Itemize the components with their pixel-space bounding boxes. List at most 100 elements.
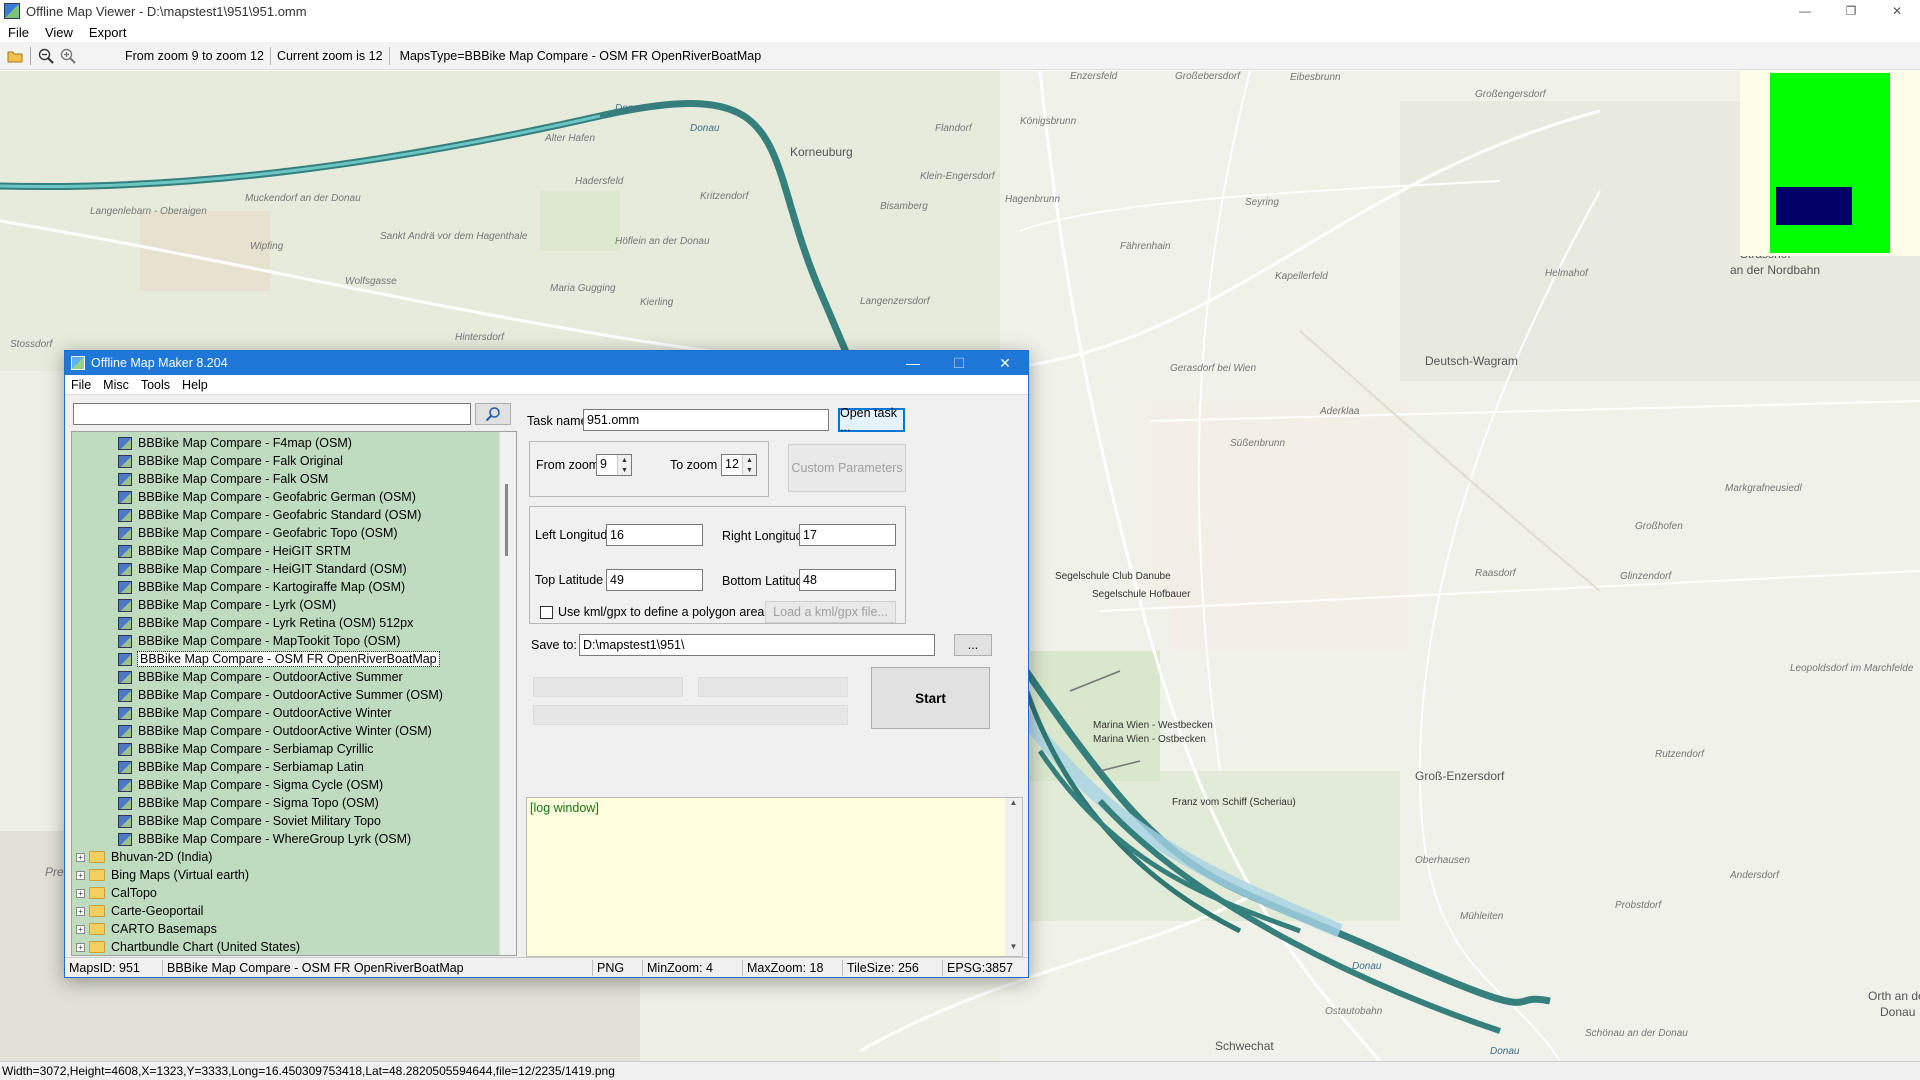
to-zoom-spin-buttons[interactable]: ▲ ▼ <box>742 455 756 475</box>
tree-folder-item[interactable]: + Chartbundle Chart (United States) <box>76 938 300 955</box>
status-bar: Width=3072,Height=4608,X=1323,Y=3333,Lon… <box>0 1061 1920 1080</box>
restore-button[interactable]: ❐ <box>1828 0 1874 22</box>
left-longitude-input[interactable] <box>606 524 703 546</box>
search-input[interactable] <box>73 403 471 425</box>
tree-map-item[interactable]: BBBike Map Compare - Soviet Military Top… <box>118 812 381 830</box>
tree-map-item[interactable]: BBBike Map Compare - HeiGIT Standard (OS… <box>118 560 407 578</box>
top-latitude-input[interactable] <box>606 569 703 591</box>
tree-map-item[interactable]: BBBike Map Compare - HeiGIT SRTM <box>118 542 351 560</box>
map-label: Stossdorf <box>10 339 53 350</box>
minimap-viewport[interactable] <box>1776 187 1852 225</box>
tree-map-item[interactable]: BBBike Map Compare - OutdoorActive Winte… <box>118 722 432 740</box>
custom-parameters-button[interactable]: Custom Parameters <box>788 444 906 492</box>
dialog-maximize-button[interactable]: ☐ <box>936 351 982 375</box>
start-button[interactable]: Start <box>871 667 990 729</box>
tree-map-item[interactable]: BBBike Map Compare - MapTookit Topo (OSM… <box>118 632 400 650</box>
map-layer-icon <box>118 688 132 702</box>
zoom-out-icon[interactable] <box>35 45 57 67</box>
spin-down-icon[interactable]: ▼ <box>618 465 631 475</box>
dialog-menu-tools[interactable]: Tools <box>135 378 176 392</box>
tree-map-item[interactable]: BBBike Map Compare - Sigma Topo (OSM) <box>118 794 379 812</box>
tree-folder-item[interactable]: + Bing Maps (Virtual earth) <box>76 866 249 884</box>
log-window[interactable]: [log window] ▲ ▼ <box>526 797 1023 957</box>
expand-icon[interactable]: + <box>76 852 85 862</box>
map-label: Schwechat <box>1215 1039 1274 1053</box>
menu-view[interactable]: View <box>37 25 81 40</box>
open-folder-icon[interactable] <box>4 45 26 67</box>
to-zoom-spinner[interactable]: 12 ▲ ▼ <box>721 454 757 476</box>
spin-up-icon[interactable]: ▲ <box>743 455 756 465</box>
tree-map-item[interactable]: BBBike Map Compare - Lyrk (OSM) <box>118 596 336 614</box>
map-label: Wipfing <box>250 241 284 252</box>
bottom-latitude-input[interactable] <box>799 569 896 591</box>
tree-map-item[interactable]: BBBike Map Compare - Sigma Cycle (OSM) <box>118 776 383 794</box>
map-label: Hadersfeld <box>575 176 624 187</box>
expand-icon[interactable]: + <box>76 870 85 880</box>
dialog-menu-help[interactable]: Help <box>176 378 214 392</box>
tree-scroll-thumb[interactable] <box>505 484 508 556</box>
tree-map-item[interactable]: BBBike Map Compare - F4map (OSM) <box>118 434 352 452</box>
map-source-pane: BBBike Map Compare - F4map (OSM) BBBike M… <box>71 401 518 956</box>
from-zoom-spin-buttons[interactable]: ▲ ▼ <box>617 455 631 475</box>
from-zoom-value: 9 <box>600 457 607 471</box>
overview-minimap[interactable] <box>1740 71 1920 256</box>
load-kml-button[interactable]: Load a kml/gpx file... <box>765 601 896 623</box>
map-layer-icon <box>118 508 132 522</box>
tree-map-item[interactable]: BBBike Map Compare - OSM FR OpenRiverBoa… <box>118 650 440 668</box>
dialog-close-button[interactable]: ✕ <box>982 351 1028 375</box>
browse-folder-button[interactable]: ... <box>954 634 992 656</box>
task-name-input[interactable] <box>583 409 829 431</box>
expand-icon[interactable]: + <box>76 942 85 952</box>
zoom-in-icon[interactable] <box>57 45 79 67</box>
tree-map-item[interactable]: BBBike Map Compare - WhereGroup Lyrk (OS… <box>118 830 411 848</box>
expand-icon[interactable]: + <box>76 906 85 916</box>
save-to-input[interactable] <box>579 634 935 656</box>
tree-item-label: Chartbundle Chart (United States) <box>111 940 300 954</box>
tree-scrollbar[interactable] <box>499 432 516 955</box>
dialog-menu-file[interactable]: File <box>65 378 97 392</box>
expand-icon[interactable]: + <box>76 924 85 934</box>
folder-icon <box>89 941 105 953</box>
from-zoom-spinner[interactable]: 9 ▲ ▼ <box>596 454 632 476</box>
right-longitude-input[interactable] <box>799 524 896 546</box>
tree-folder-item[interactable]: + CARTO Basemaps <box>76 920 217 938</box>
expand-icon[interactable]: + <box>76 888 85 898</box>
scroll-down-icon[interactable]: ▼ <box>1005 942 1022 956</box>
tree-map-item[interactable]: BBBike Map Compare - Falk OSM <box>118 470 328 488</box>
menu-file[interactable]: File <box>0 25 37 40</box>
tree-map-item[interactable]: BBBike Map Compare - Kartogiraffe Map (O… <box>118 578 405 596</box>
tree-map-item[interactable]: BBBike Map Compare - Falk Original <box>118 452 343 470</box>
search-button[interactable] <box>475 403 511 425</box>
tree-folder-item[interactable]: + Carte-Geoportail <box>76 902 203 920</box>
map-label: Großhofen <box>1635 521 1683 532</box>
tree-folder-item[interactable]: + Bhuvan-2D (India) <box>76 848 212 866</box>
spin-down-icon[interactable]: ▼ <box>743 465 756 475</box>
dialog-menu-misc[interactable]: Misc <box>97 378 135 392</box>
tree-map-item[interactable]: BBBike Map Compare - Serbiamap Cyrillic <box>118 740 374 758</box>
tree-map-item[interactable]: BBBike Map Compare - Geofabric Topo (OSM… <box>118 524 398 542</box>
scroll-up-icon[interactable]: ▲ <box>1005 798 1022 812</box>
dialog-minimize-button[interactable]: — <box>890 351 936 375</box>
tree-map-item[interactable]: BBBike Map Compare - OutdoorActive Summe… <box>118 668 403 686</box>
kml-polygon-checkbox[interactable] <box>540 606 553 619</box>
tree-map-item[interactable]: BBBike Map Compare - Serbiamap Latin <box>118 758 364 776</box>
open-task-button[interactable]: Open task ... <box>838 406 905 434</box>
menu-export[interactable]: Export <box>81 25 135 40</box>
tree-folder-item[interactable]: + CalTopo <box>76 884 157 902</box>
minimize-button[interactable]: — <box>1782 0 1828 22</box>
minimap-coverage-area <box>1770 73 1890 253</box>
spin-up-icon[interactable]: ▲ <box>618 455 631 465</box>
map-layer-icon <box>118 598 132 612</box>
tree-map-item[interactable]: BBBike Map Compare - Lyrk Retina (OSM) 5… <box>118 614 413 632</box>
close-button[interactable]: ✕ <box>1874 0 1920 22</box>
log-scrollbar[interactable]: ▲ ▼ <box>1005 798 1022 956</box>
tree-item-label: CalTopo <box>111 886 157 900</box>
tree-map-item[interactable]: BBBike Map Compare - Geofabric German (O… <box>118 488 416 506</box>
map-source-tree[interactable]: BBBike Map Compare - F4map (OSM) BBBike M… <box>71 431 517 956</box>
tree-map-item[interactable]: BBBike Map Compare - OutdoorActive Winte… <box>118 704 392 722</box>
map-label: Königsbrunn <box>1020 116 1077 127</box>
progress-bar-total <box>533 705 848 725</box>
tree-map-item[interactable]: BBBike Map Compare - Geofabric Standard … <box>118 506 421 524</box>
tree-map-item[interactable]: BBBike Map Compare - OutdoorActive Summe… <box>118 686 443 704</box>
map-label: Langenzersdorf <box>860 296 930 307</box>
